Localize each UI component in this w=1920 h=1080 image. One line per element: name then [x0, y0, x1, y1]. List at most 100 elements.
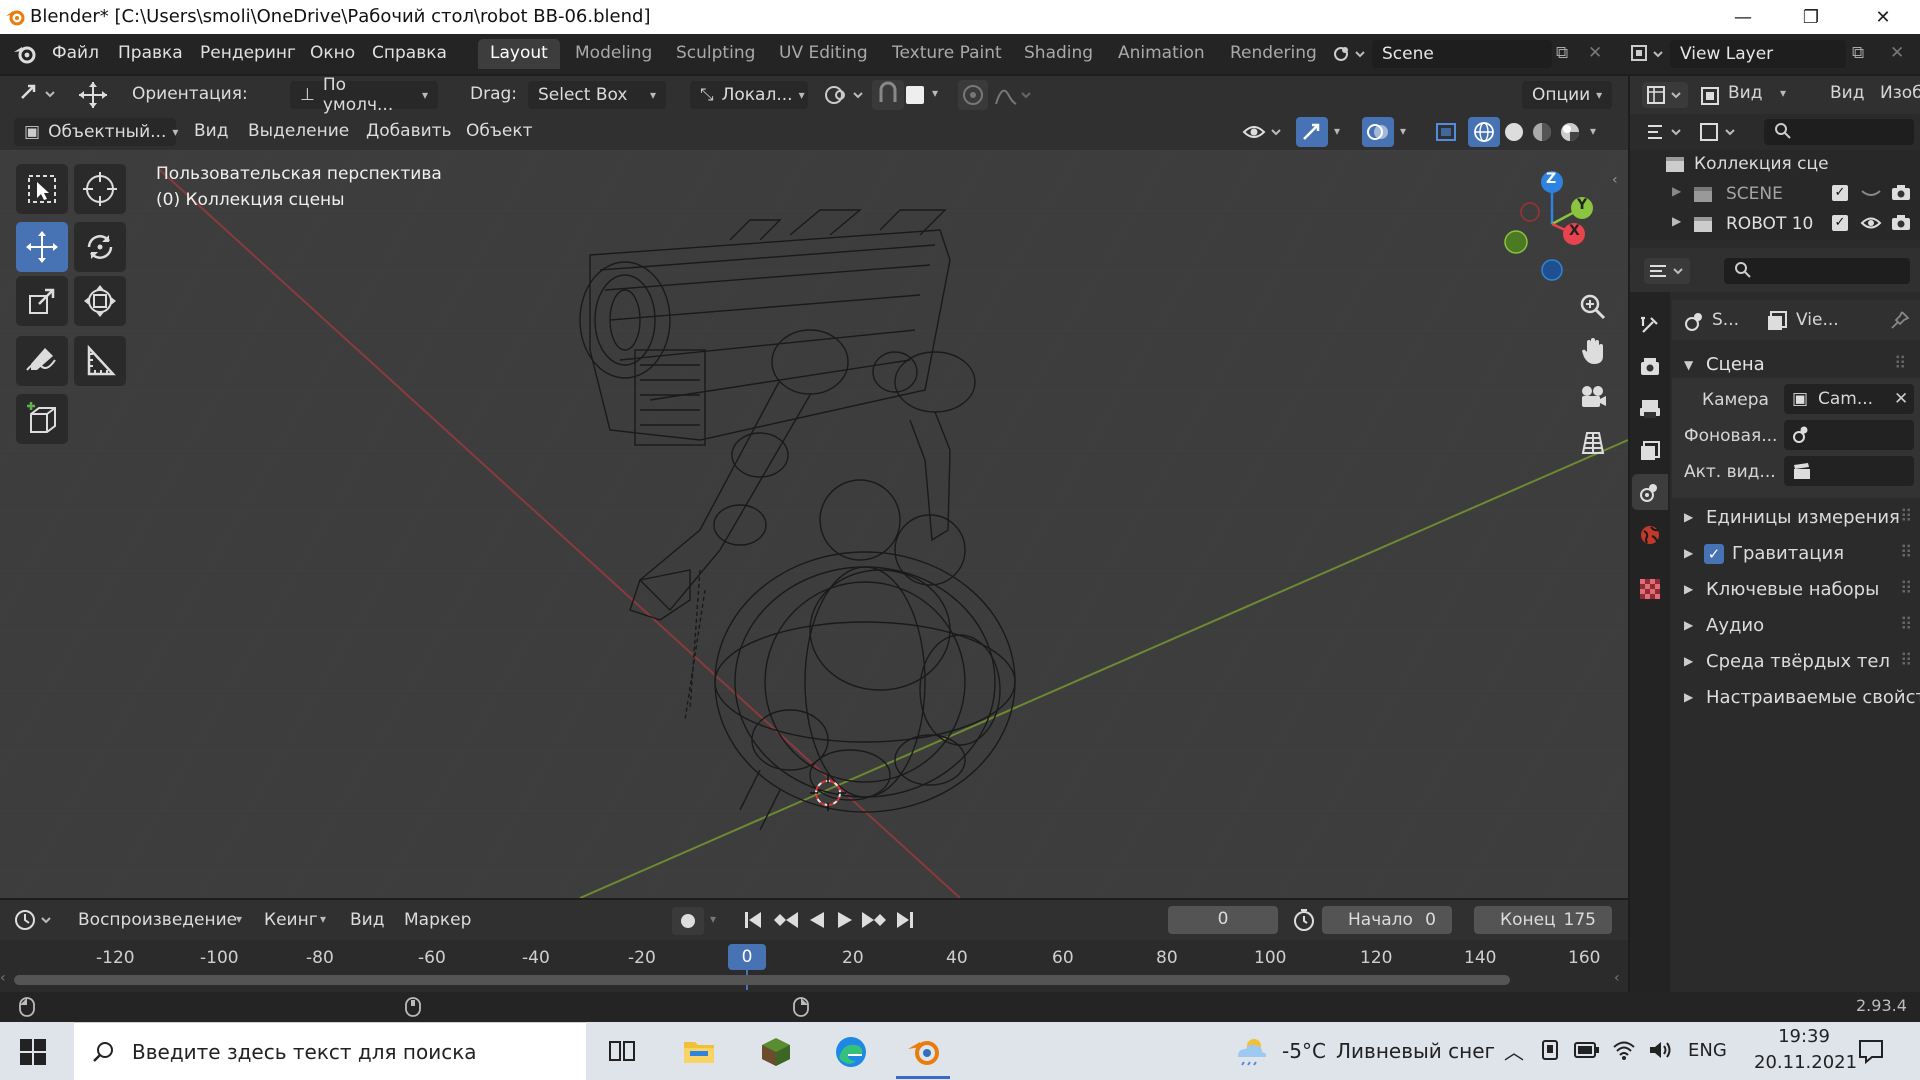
render-tab-icon[interactable] [1639, 356, 1661, 383]
3d-viewport[interactable]: Пользовательская перспектива (0) Коллекц… [0, 150, 1628, 898]
scale-tool-icon[interactable] [16, 276, 68, 326]
scroll-right-icon[interactable]: ‹ [1614, 970, 1620, 986]
drag-handle-icon[interactable]: ⠿ [1894, 354, 1906, 374]
jump-start-icon[interactable] [742, 908, 764, 937]
hidden-eye-icon[interactable] [1860, 185, 1882, 206]
outliner-display-filter-icon[interactable] [1698, 120, 1742, 149]
gravity-section[interactable]: ▶ ✓ Гравитация ⠿ [1672, 540, 1920, 570]
material-shading-icon[interactable] [1528, 117, 1556, 147]
menu-file[interactable]: Файл [52, 43, 99, 63]
snap-target-icon[interactable] [906, 86, 924, 104]
falloff-icon[interactable] [992, 82, 1036, 113]
scroll-left-icon[interactable]: ‹ [0, 970, 6, 986]
minecraft-icon[interactable] [760, 1036, 792, 1073]
pivot-dropdown[interactable]: ⤡ Локал... ▾ [690, 81, 808, 109]
outliner-editor-type-icon[interactable] [1642, 82, 1688, 108]
section-expanded-icon[interactable]: ▼ [1684, 358, 1693, 372]
rendered-shading-icon[interactable] [1556, 117, 1584, 147]
xray-toggle-icon[interactable] [1430, 117, 1462, 147]
battery-icon[interactable] [1574, 1041, 1600, 1064]
gizmo-z-label[interactable]: Z [1546, 171, 1556, 187]
new-scene-icon[interactable]: ⧉ [1556, 43, 1568, 63]
gizmo-y-label[interactable]: Y [1577, 197, 1587, 213]
menu-view[interactable]: Вид [194, 121, 228, 141]
playback-menu[interactable]: Воспроизведение [78, 910, 237, 930]
outliner-item-robot[interactable]: ▶ ROBOT 10 ✓ [1630, 210, 1920, 240]
display-mode-icon[interactable] [1700, 86, 1722, 111]
drag-handle-icon[interactable]: ⠿ [1900, 615, 1912, 635]
transform-pivot-icon[interactable] [822, 82, 868, 113]
timeline-view-menu[interactable]: Вид [350, 910, 384, 930]
weather-icon[interactable] [1234, 1036, 1268, 1071]
viewport-canvas[interactable] [0, 150, 1628, 898]
scene-tab-active[interactable] [1632, 474, 1668, 510]
prev-keyframe-icon[interactable] [772, 908, 800, 937]
start-frame-field[interactable]: Начало 0 [1322, 906, 1452, 934]
minimize-button[interactable]: — [1715, 0, 1771, 34]
overlays-toggle-icon[interactable] [1362, 117, 1394, 147]
outliner-filter-icon[interactable] [1644, 120, 1688, 149]
frame-rate-clock-icon[interactable] [1292, 908, 1316, 937]
new-view-layer-icon[interactable]: ⧉ [1852, 43, 1864, 63]
show-hidden-icons-icon[interactable]: ︿ [1504, 1036, 1524, 1065]
tab-shading[interactable]: Shading [1012, 39, 1105, 69]
tab-animation[interactable]: Animation [1106, 39, 1217, 69]
wifi-icon[interactable] [1612, 1039, 1636, 1066]
meet-now-icon[interactable] [1540, 1039, 1560, 1066]
menu-window[interactable]: Окно [310, 43, 355, 63]
drag-handle-icon[interactable]: ⠿ [1900, 507, 1912, 527]
select-box-tool-icon[interactable] [16, 164, 68, 214]
tab-rendering[interactable]: Rendering [1218, 39, 1329, 69]
expand-arrow-icon[interactable]: ▶ [1672, 214, 1681, 228]
current-frame-field[interactable]: 0 [1168, 906, 1278, 934]
visible-eye-icon[interactable] [1860, 214, 1882, 237]
transform-tool-icon[interactable] [74, 276, 126, 326]
orientation-dropdown[interactable]: ⊥ По умолч... ▾ [290, 75, 438, 115]
windows-start-icon[interactable] [20, 1039, 46, 1070]
gravity-checkbox[interactable]: ✓ [1704, 544, 1724, 564]
end-frame-field[interactable]: Конец 175 [1474, 906, 1612, 934]
expand-arrow-icon[interactable]: ▶ [1672, 184, 1681, 198]
perspective-toggle-icon[interactable] [1572, 422, 1614, 464]
rotate-tool-icon[interactable] [74, 222, 126, 272]
next-keyframe-icon[interactable] [860, 908, 888, 937]
texture-tab-icon[interactable] [1639, 578, 1661, 605]
file-explorer-icon[interactable] [682, 1036, 716, 1071]
tool-tab-icon[interactable] [1639, 314, 1661, 341]
editor-type-icon[interactable] [18, 82, 60, 111]
snap-toggle-icon[interactable] [872, 80, 904, 110]
render-camera-icon[interactable] [1890, 184, 1912, 207]
outliner-search-input[interactable] [1764, 119, 1914, 145]
clock-time[interactable]: 19:39 [1764, 1026, 1844, 1047]
menu-add[interactable]: Добавить [366, 121, 452, 141]
view-layer-icon[interactable] [1630, 42, 1666, 71]
tab-modeling[interactable]: Modeling [563, 39, 664, 69]
record-toggle-icon[interactable] [672, 907, 704, 935]
camera-field[interactable]: ▣ Cam... ✕ [1784, 384, 1914, 414]
scene-context-label[interactable]: S... [1712, 310, 1739, 330]
view-layer-tab-icon[interactable] [1639, 440, 1661, 467]
timeline-editor-type-icon[interactable] [14, 908, 58, 937]
pin-icon[interactable] [1890, 310, 1910, 335]
view-layer-field[interactable]: View Layer [1670, 40, 1846, 68]
drag-handle-icon[interactable]: ⠿ [1900, 651, 1912, 671]
chevron-down-icon[interactable]: ▾ [1334, 124, 1340, 138]
task-view-icon[interactable] [608, 1038, 638, 1069]
clock-date[interactable]: 20.11.2021 [1754, 1052, 1857, 1073]
tab-texture-paint[interactable]: Texture Paint [880, 39, 1014, 69]
annotate-tool-icon[interactable] [16, 336, 68, 386]
wireframe-shading-icon[interactable] [1468, 117, 1500, 147]
exclude-checkbox[interactable]: ✓ [1832, 185, 1848, 201]
visibility-eye-icon[interactable] [1242, 120, 1286, 149]
chevron-down-icon[interactable]: ▾ [1780, 86, 1786, 100]
blender-menu-icon[interactable] [12, 43, 38, 70]
audio-section[interactable]: ▶ Аудио ⠿ [1672, 612, 1920, 642]
render-camera-icon[interactable] [1890, 214, 1912, 237]
drag-handle-icon[interactable]: ⠿ [1900, 543, 1912, 563]
camera-view-icon[interactable] [1572, 376, 1614, 418]
drag-handle-icon[interactable]: ⠿ [1900, 579, 1912, 599]
chevron-down-icon[interactable]: ▾ [320, 912, 326, 926]
gizmo-toggle-icon[interactable] [1296, 117, 1328, 147]
properties-search-input[interactable] [1724, 258, 1910, 284]
jump-end-icon[interactable] [894, 908, 916, 937]
